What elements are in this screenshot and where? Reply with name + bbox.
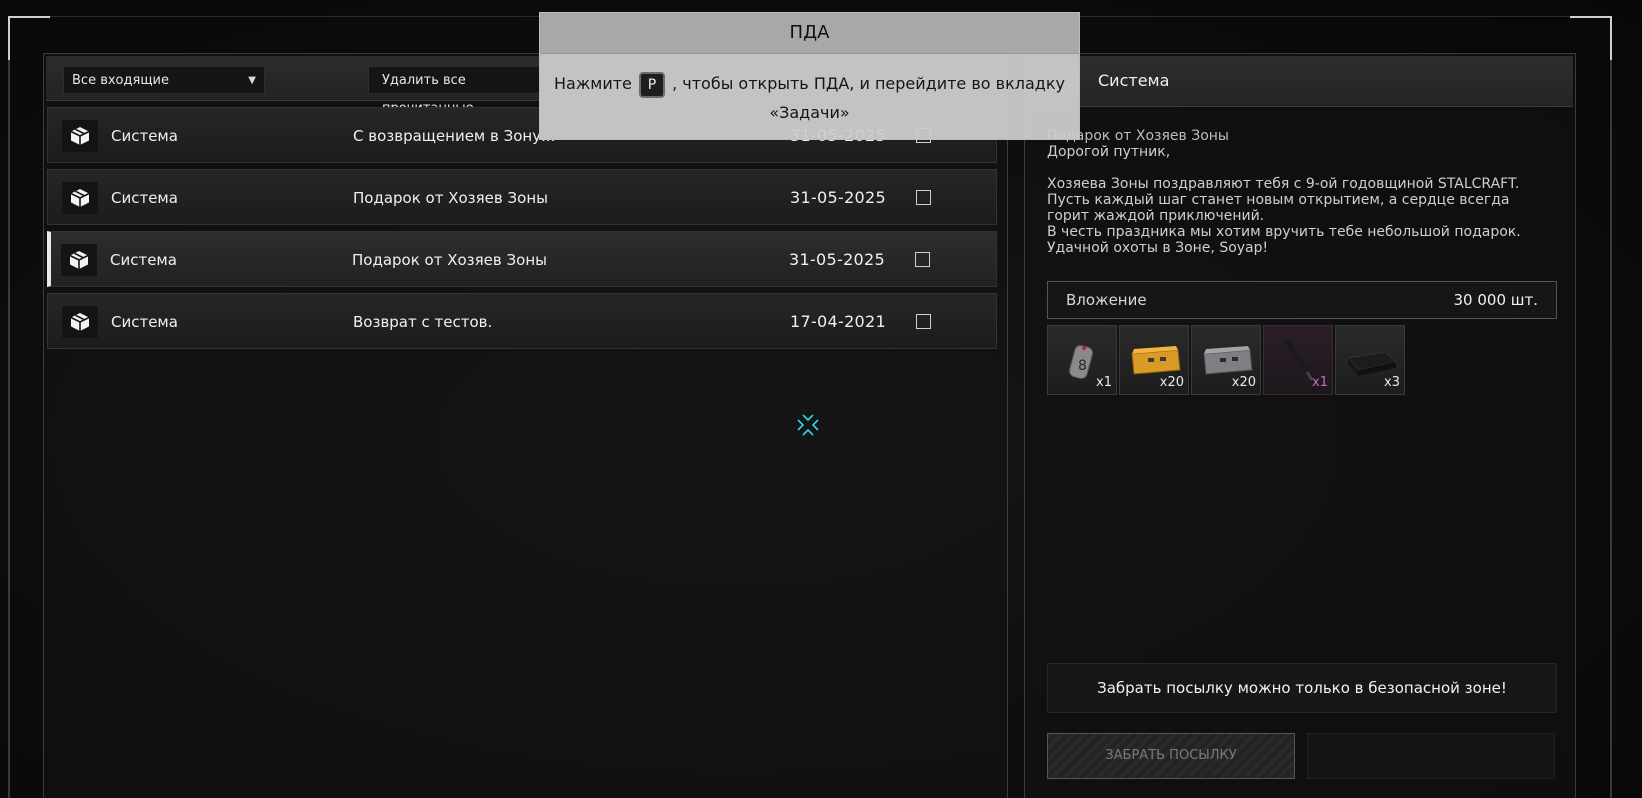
mail-row[interactable]: Система Подарок от Хозяев Зоны 31-05-202…: [47, 169, 997, 225]
message-line: В честь праздника мы хотим вручить тебе …: [1047, 224, 1521, 240]
mail-checkbox[interactable]: [916, 314, 931, 329]
message-spacer: [1047, 160, 1547, 176]
message-sender: Система: [1098, 71, 1170, 90]
dropdown-arrow-icon: ▼: [248, 75, 256, 86]
mail-checkbox[interactable]: [915, 252, 930, 267]
mail-subject: Подарок от Хозяев Зоны: [353, 189, 548, 207]
attachment-item[interactable]: x20: [1191, 325, 1261, 395]
message-body: Подарок от Хозяев Зоны Дорогой путник, Х…: [1047, 128, 1547, 256]
message-title: Подарок от Хозяев Зоны: [1047, 128, 1229, 144]
inbox-filter-select[interactable]: Все входящие ▼: [63, 66, 265, 94]
package-icon: [62, 182, 98, 214]
svg-text:8: 8: [1078, 358, 1087, 374]
pda-hint-title: ПДА: [540, 13, 1079, 54]
message-greeting: Дорогой путник,: [1047, 144, 1171, 160]
attachment-label: Вложение: [1066, 291, 1147, 309]
button-slot-empty: [1307, 733, 1555, 779]
mail-date: 31-05-2025: [790, 188, 886, 207]
message-line: Удачной охоты в Зоне, Soyap!: [1047, 240, 1269, 256]
attachment-item[interactable]: x1: [1263, 325, 1333, 395]
mail-checkbox[interactable]: [916, 190, 931, 205]
item-quantity: x3: [1384, 375, 1400, 390]
message-detail-panel: Система Подарок от Хозяев Зоны Дорогой п…: [1024, 53, 1576, 798]
pda-hint-prefix: Нажмите: [554, 74, 632, 93]
mail-row-selected[interactable]: Система Подарок от Хозяев Зоны 31-05-202…: [47, 231, 997, 287]
attachment-item[interactable]: x20: [1119, 325, 1189, 395]
crosshair-icon: [797, 414, 819, 436]
mail-sender: Система: [111, 313, 178, 331]
message-header: Система: [1027, 56, 1573, 107]
mail-subject: С возвращением в Зону...: [353, 127, 556, 145]
frame-corner-top-right: [1570, 16, 1612, 62]
message-line: Пусть каждый шаг станет новым открытием,…: [1047, 192, 1510, 224]
mail-screen: Все входящие ▼ Удалить все прочитанные С…: [0, 0, 1642, 798]
mail-sender: Система: [111, 127, 178, 145]
package-icon: [62, 120, 98, 152]
mail-sender: Система: [111, 189, 178, 207]
attachment-item[interactable]: 8 x1: [1047, 325, 1117, 395]
frame-edge-left: [8, 60, 10, 798]
safe-zone-warning: Забрать посылку можно только в безопасно…: [1047, 663, 1557, 713]
attachment-item[interactable]: x3: [1335, 325, 1405, 395]
item-quantity: x20: [1231, 375, 1256, 390]
item-quantity: x20: [1159, 375, 1184, 390]
claim-package-label: ЗАБРАТЬ ПОСЫЛКУ: [1105, 748, 1237, 763]
claim-package-button[interactable]: ЗАБРАТЬ ПОСЫЛКУ: [1047, 733, 1295, 779]
mail-date: 17-04-2021: [790, 312, 886, 331]
item-quantity: x1: [1312, 375, 1328, 390]
pda-hint-suffix: , чтобы открыть ПДА, и перейдите во вкла…: [672, 74, 1065, 93]
package-icon: [62, 306, 98, 338]
item-quantity: x1: [1096, 375, 1112, 390]
mail-subject: Подарок от Хозяев Зоны: [352, 251, 547, 269]
mail-date: 31-05-2025: [789, 250, 885, 269]
frame-edge-right: [1610, 60, 1612, 798]
pda-hint-tab: «Задачи»: [769, 103, 850, 122]
pda-hint-text: Нажмите P , чтобы открыть ПДА, и перейди…: [550, 69, 1069, 127]
inbox-filter-label: Все входящие: [72, 73, 170, 88]
attachment-amount: 30 000 шт.: [1453, 291, 1539, 309]
attachment-bar: Вложение 30 000 шт.: [1047, 281, 1557, 319]
mail-sender: Система: [110, 251, 177, 269]
mail-row[interactable]: Система Возврат с тестов. 17-04-2021: [47, 293, 997, 349]
inbox-panel: Все входящие ▼ Удалить все прочитанные С…: [43, 53, 1008, 798]
message-line: Хозяева Зоны поздравляют тебя с 9-ой год…: [1047, 176, 1520, 192]
delete-read-button[interactable]: Удалить все прочитанные: [368, 66, 543, 116]
key-p-icon: P: [639, 71, 665, 98]
package-icon: [61, 244, 97, 276]
pda-hint-popup: ПДА Нажмите P , чтобы открыть ПДА, и пер…: [539, 12, 1080, 140]
mail-subject: Возврат с тестов.: [353, 313, 493, 331]
